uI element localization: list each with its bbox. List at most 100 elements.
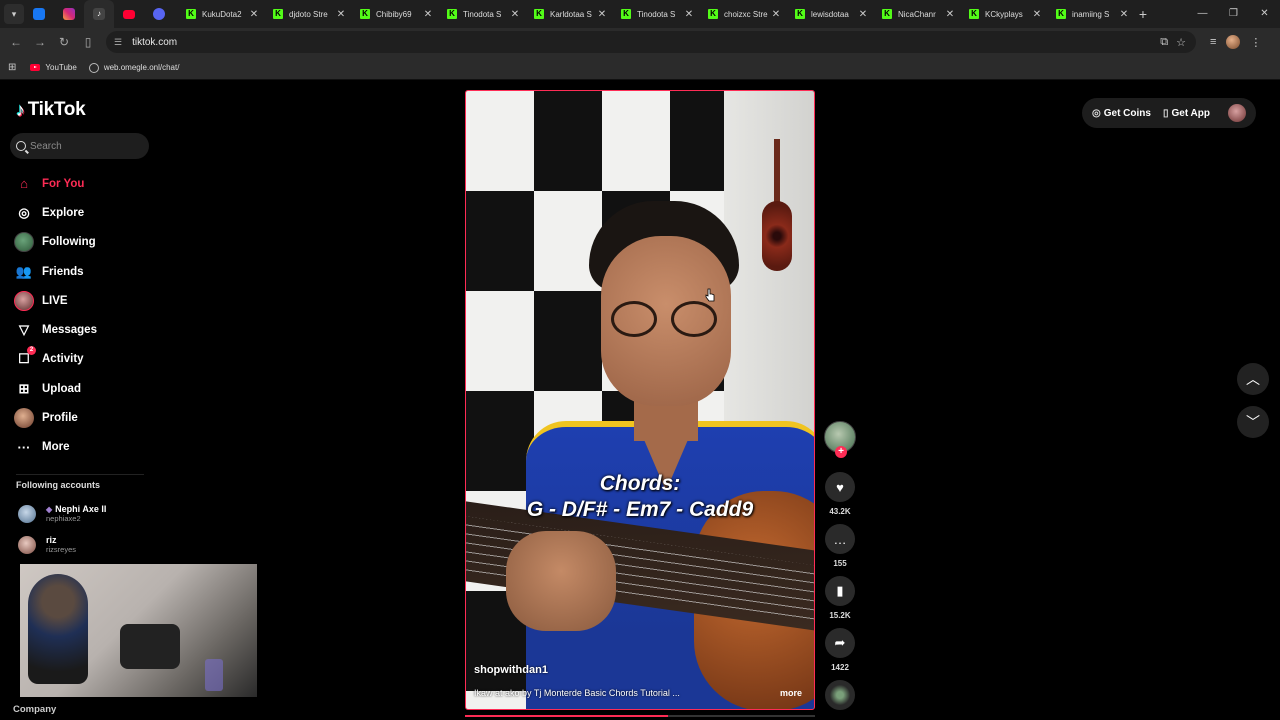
install-app-icon[interactable]: ⧉ <box>1160 36 1168 49</box>
close-tab-icon[interactable]: ✕ <box>247 9 261 20</box>
close-tab-icon[interactable]: ✕ <box>334 9 348 20</box>
close-tab-icon[interactable]: ✕ <box>943 9 957 20</box>
video-progress-bar[interactable] <box>465 715 815 717</box>
tab-title: Tinodota S <box>637 9 676 19</box>
split-view-icon[interactable]: ▯ <box>76 35 100 49</box>
music-disc[interactable] <box>825 680 855 710</box>
diamond-icon: ◆ <box>46 505 53 514</box>
get-app-label: Get App <box>1171 107 1210 119</box>
sidebar-item-label: LIVE <box>42 294 68 307</box>
forward-icon[interactable]: → <box>28 35 52 49</box>
get-app-button[interactable]: ▯ Get App <box>1163 108 1210 119</box>
close-tab-icon[interactable]: ✕ <box>1117 9 1131 20</box>
browser-tab[interactable]: Klewisdotaa ✕ <box>783 0 870 28</box>
sidebar-item-friends[interactable]: 👥 Friends <box>14 257 154 286</box>
sidebar-item-more[interactable]: ··· More <box>14 433 154 462</box>
close-tab-icon[interactable]: ✕ <box>682 9 696 20</box>
user-avatar[interactable] <box>1228 104 1246 122</box>
video-player[interactable]: Chords: G - D/F# - Em7 - Cadd9 shopwithd… <box>465 90 815 710</box>
video-username[interactable]: shopwithdan1 <box>474 664 548 676</box>
youtube-icon <box>123 9 135 19</box>
kick-icon: K <box>969 9 979 19</box>
sidebar-item-live[interactable]: LIVE <box>14 286 154 315</box>
close-tab-icon[interactable]: ✕ <box>421 9 435 20</box>
pinned-tab-active[interactable]: ♪ <box>84 0 114 28</box>
browser-tab[interactable]: Kinamiing S ✕ <box>1044 0 1131 28</box>
next-video-button[interactable]: ﹀ <box>1237 406 1269 438</box>
follow-plus-icon[interactable]: + <box>835 446 847 458</box>
address-bar[interactable]: ☰ tiktok.com ⧉ ☆ <box>106 31 1196 53</box>
pinned-tab-discord[interactable] <box>144 0 174 28</box>
discord-icon <box>153 8 165 20</box>
tab-search-button[interactable]: ▾ <box>4 4 24 24</box>
following-avatar-icon <box>14 232 34 253</box>
comment-button[interactable]: … <box>825 524 855 554</box>
reload-icon[interactable]: ↻ <box>52 35 76 49</box>
browser-tab[interactable]: K Chibiby69 ✕ <box>348 0 435 28</box>
bookmark-star-icon[interactable]: ☆ <box>1176 36 1186 49</box>
more-button[interactable]: more <box>780 688 802 698</box>
tiktok-page: ♪ TikTok Search ⌂ For You ◎ Explore Follow… <box>0 81 1280 720</box>
previous-video-button[interactable]: ︿ <box>1237 363 1269 395</box>
media-control-icon[interactable]: ≡ <box>1210 36 1216 48</box>
search-input[interactable]: Search <box>10 133 149 159</box>
pinned-tab-facebook[interactable] <box>24 0 54 28</box>
chevron-up-icon: ︿ <box>1246 371 1260 387</box>
close-tab-icon[interactable]: ✕ <box>508 9 522 20</box>
bookmark-youtube[interactable]: YouTube <box>30 63 77 72</box>
close-tab-icon[interactable]: ✕ <box>1030 9 1044 20</box>
progress-fill <box>465 715 668 717</box>
browser-tab[interactable]: K Karldotaa S ✕ <box>522 0 609 28</box>
close-tab-icon[interactable]: ✕ <box>595 9 609 20</box>
chords-list: G - D/F# - Em7 - Cadd9 <box>526 498 754 521</box>
tab-title: KukuDota2 <box>202 9 242 19</box>
sidebar-item-activity[interactable]: ☐ 2 Activity <box>14 345 154 374</box>
pinned-tab-youtube[interactable] <box>114 0 144 28</box>
minimize-icon[interactable]: — <box>1187 0 1218 28</box>
youtube-icon <box>30 64 41 71</box>
browser-tab[interactable]: K Tinodota S ✕ <box>435 0 522 28</box>
like-button[interactable]: ♥ <box>825 472 855 502</box>
bookmark-omegle[interactable]: web.omegle.onl/chat/ <box>88 62 179 73</box>
activity-badge: 2 <box>27 346 36 356</box>
sidebar-item-profile[interactable]: Profile <box>14 403 154 432</box>
sidebar-item-label: Upload <box>42 382 81 395</box>
sidebar-item-messages[interactable]: ▽ Messages <box>14 315 154 344</box>
following-account[interactable]: ◆ Nephi Axe II nephiaxe2 <box>18 504 106 523</box>
instagram-icon <box>63 8 75 20</box>
browser-profile-avatar[interactable] <box>1226 35 1241 49</box>
restore-icon[interactable]: ❐ <box>1218 0 1249 28</box>
browser-tab[interactable]: K KCkyplays ✕ <box>957 0 1044 28</box>
sidebar-item-explore[interactable]: ◎ Explore <box>14 198 154 227</box>
share-button[interactable]: ➦ <box>825 628 855 658</box>
footer-company-link[interactable]: Company <box>13 704 56 715</box>
sidebar-item-upload[interactable]: ⊞ Upload <box>14 374 154 403</box>
window-controls: — ❐ ✕ <box>1187 0 1280 28</box>
sidebar-item-label: For You <box>42 177 85 190</box>
get-coins-button[interactable]: ◎ Get Coins <box>1092 108 1151 119</box>
following-account[interactable]: riz rizsreyes <box>18 535 76 554</box>
browser-tab[interactable]: K KukuDota2 ✕ <box>174 0 261 28</box>
close-window-icon[interactable]: ✕ <box>1249 0 1280 28</box>
close-tab-icon[interactable]: ✕ <box>856 9 870 20</box>
account-handle: rizsreyes <box>46 545 77 554</box>
pinned-tab-instagram[interactable] <box>54 0 84 28</box>
site-info-icon[interactable]: ☰ <box>114 37 122 48</box>
browser-menu-icon[interactable]: ⋮ <box>1250 36 1261 49</box>
kick-icon: K <box>186 9 196 19</box>
tiktok-logo[interactable]: ♪ TikTok <box>16 99 86 121</box>
sidebar-item-label: Activity <box>42 353 84 366</box>
sidebar-item-following[interactable]: Following <box>14 228 154 257</box>
new-tab-button[interactable]: + <box>1131 6 1155 22</box>
creator-avatar[interactable]: + <box>824 421 856 458</box>
back-icon[interactable]: ← <box>4 35 28 49</box>
save-button[interactable]: ▮ <box>825 576 855 606</box>
browser-tab[interactable]: K NicaChanr ✕ <box>870 0 957 28</box>
browser-tab[interactable]: K Tinodota S ✕ <box>609 0 696 28</box>
browser-tab[interactable]: Kchoizxc Stre ✕ <box>696 0 783 28</box>
friends-icon: 👥 <box>15 263 33 279</box>
close-tab-icon[interactable]: ✕ <box>769 9 783 20</box>
apps-grid-icon[interactable]: ⊞ <box>8 62 16 73</box>
browser-tab[interactable]: Kdjdoto Stre ✕ <box>261 0 348 28</box>
sidebar-item-for-you[interactable]: ⌂ For You <box>14 169 154 198</box>
